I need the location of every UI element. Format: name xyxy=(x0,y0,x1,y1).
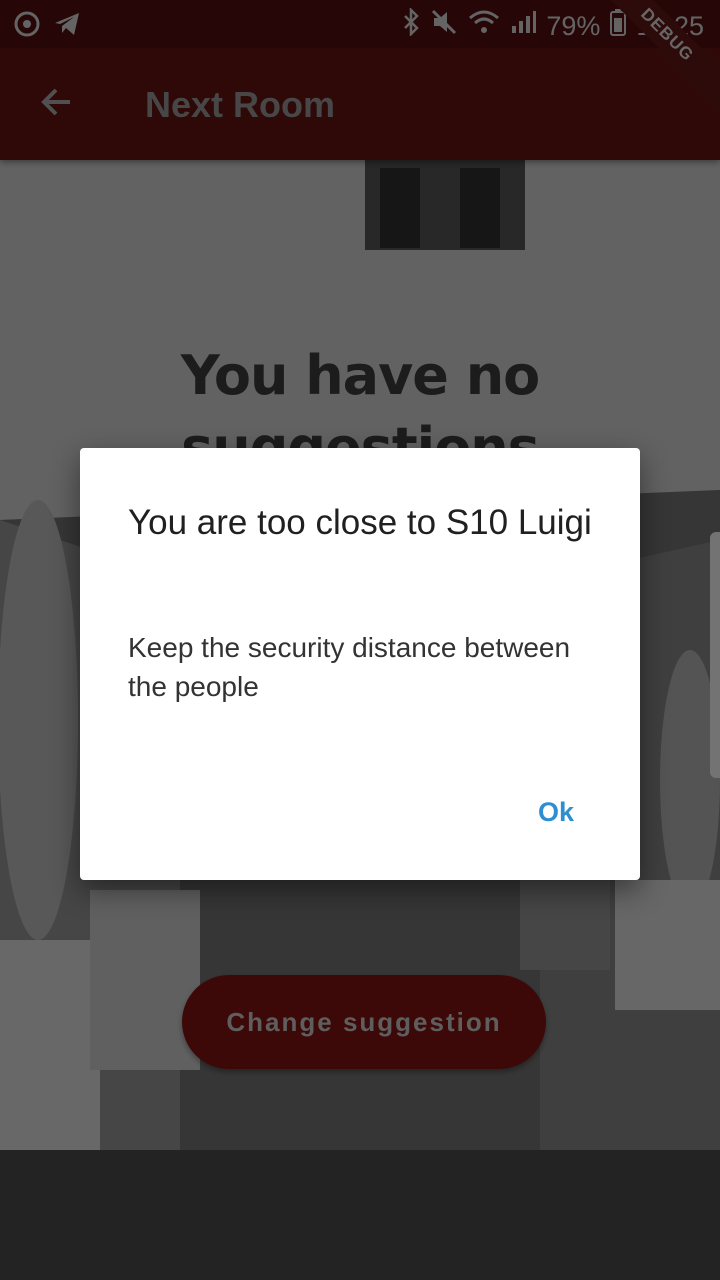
dialog-title: You are too close to S10 Luigi xyxy=(128,503,592,542)
dialog-message: Keep the security distance between the p… xyxy=(128,632,571,702)
alert-dialog: You are too close to S10 Luigi Keep the … xyxy=(80,448,640,880)
ok-button[interactable]: Ok xyxy=(516,788,596,836)
